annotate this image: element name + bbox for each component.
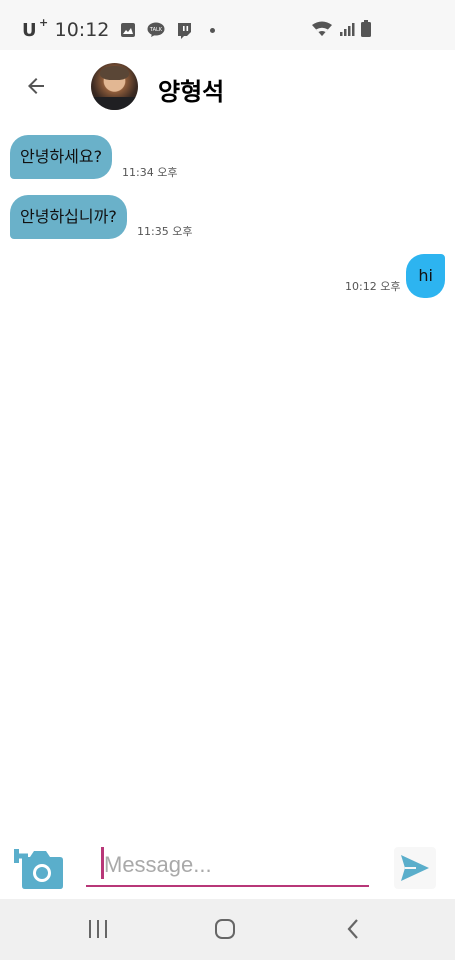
nav-home-button[interactable] [205, 913, 245, 945]
status-bar: U + 10:12 TALK [0, 0, 455, 50]
contact-name: 양형석 [158, 78, 225, 106]
svg-text:TALK: TALK [149, 27, 163, 33]
send-icon [401, 855, 429, 881]
message-input[interactable] [86, 845, 369, 887]
chevron-left-icon [347, 919, 358, 939]
system-nav-bar [0, 899, 455, 960]
notification-dot-icon [203, 21, 221, 39]
message-composer [0, 835, 455, 899]
send-button[interactable] [394, 847, 436, 889]
message-time: 10:12 오후 [345, 280, 401, 293]
text-cursor [101, 847, 104, 879]
home-icon [215, 919, 235, 939]
chat-header: 양형석 [0, 50, 455, 122]
back-button[interactable] [20, 70, 52, 102]
nav-recents-button[interactable] [78, 913, 118, 945]
battery-icon [361, 20, 371, 41]
gallery-icon [119, 21, 137, 39]
nav-back-button[interactable] [333, 913, 373, 945]
message-bubble-incoming[interactable]: 안녕하세요? [10, 135, 113, 179]
carrier-label: U + [22, 15, 49, 41]
recents-icon [89, 920, 107, 938]
kakaotalk-icon: TALK [147, 21, 165, 39]
message-bubble-outgoing[interactable]: hi [406, 254, 445, 298]
attach-photo-button[interactable] [14, 841, 66, 891]
message-time: 11:35 오후 [137, 225, 193, 238]
status-time: 10:12 [54, 19, 110, 41]
message-time: 11:34 오후 [122, 166, 178, 179]
avatar[interactable] [91, 63, 138, 110]
arrow-left-icon [28, 78, 44, 94]
wifi-icon [311, 21, 333, 41]
signal-icon [339, 21, 355, 41]
twitch-icon [175, 21, 193, 39]
camera-plus-icon [14, 849, 63, 889]
message-bubble-incoming[interactable]: 안녕하십니까? [10, 195, 127, 239]
